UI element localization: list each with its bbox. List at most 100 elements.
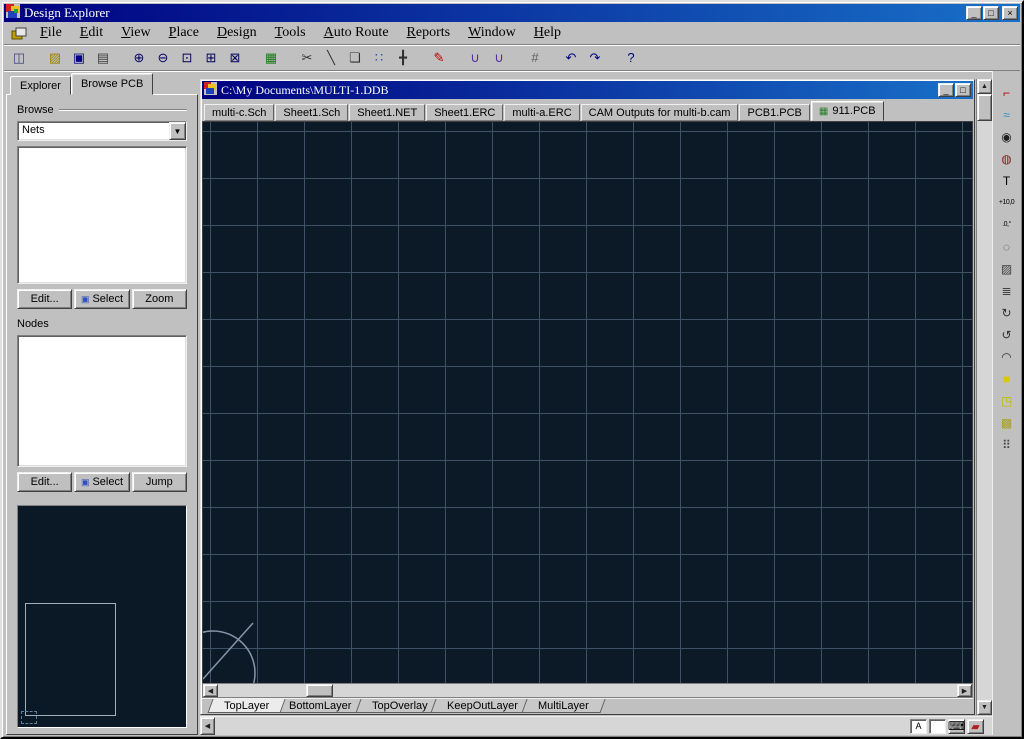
menu-item[interactable]: Auto Route [315, 24, 398, 42]
place-array-icon[interactable]: ≣ [996, 281, 1018, 300]
menu-item[interactable]: Edit [71, 24, 112, 42]
zoom-document-icon[interactable]: ⊞ [200, 48, 222, 68]
scroll-right-icon[interactable]: ▶ [957, 684, 972, 697]
layer-tab[interactable]: TopLayer [207, 699, 285, 713]
close-button[interactable]: × [1002, 6, 1018, 20]
place-polygon-icon[interactable]: ◳ [996, 391, 1018, 410]
open-document-icon[interactable]: ▨ [44, 48, 66, 68]
edit-net-button[interactable]: Edit... [17, 289, 72, 309]
board-minimap[interactable] [17, 505, 187, 728]
zoom-area-icon[interactable]: ⊡ [176, 48, 198, 68]
menu-item[interactable]: Design [208, 24, 266, 42]
menu-item[interactable]: Reports [398, 24, 460, 42]
highlight-pen-icon[interactable]: ✎ [428, 48, 450, 68]
dropdown-arrow-icon[interactable]: ▼ [169, 122, 186, 140]
minimize-button[interactable]: _ [966, 6, 982, 20]
scroll-left-icon[interactable]: ◀ [203, 684, 218, 697]
place-fill-icon[interactable]: ■ [996, 369, 1018, 388]
editor-horizontal-scrollbar[interactable]: ◀ ▶ [202, 683, 973, 698]
place-circle-icon[interactable]: ◌ [996, 237, 1018, 256]
unroute-icon[interactable]: ∪ [464, 48, 486, 68]
edit-arc-cw-icon[interactable]: ↻ [996, 303, 1018, 322]
select-net-button[interactable]: ▣Select [74, 289, 129, 309]
place-plane-icon[interactable]: ▩ [996, 413, 1018, 432]
annotate-status[interactable]: A [910, 719, 927, 734]
place-room-icon[interactable]: ⠿ [996, 435, 1018, 454]
deselect-icon[interactable]: ∷ [368, 48, 390, 68]
workspace-scrollbar[interactable]: ◀ A ⌨ ▰ [200, 716, 992, 735]
place-string-icon[interactable]: T [996, 171, 1018, 190]
place-via-icon[interactable]: ◍ [996, 149, 1018, 168]
menu-item[interactable]: Help [525, 24, 570, 42]
jump-node-button[interactable]: Jump [132, 472, 187, 492]
zoom-net-button[interactable]: Zoom [132, 289, 187, 309]
doc-minimize-button[interactable]: _ [938, 83, 954, 97]
document-tab[interactable]: ▦911.PCB [811, 101, 884, 121]
document-tab[interactable]: Sheet1.Sch [275, 104, 348, 121]
pcb-editor-canvas[interactable] [202, 121, 973, 683]
minimap-board-outline [25, 603, 116, 716]
unroute-net-icon[interactable]: ∪ [488, 48, 510, 68]
nodes-listbox[interactable] [17, 335, 187, 467]
document-tab[interactable]: Sheet1.NET [349, 104, 425, 121]
edit-node-button[interactable]: Edit... [17, 472, 72, 492]
grid-icon[interactable]: # [524, 48, 546, 68]
layer-tab[interactable]: MultiLayer [522, 699, 606, 713]
zoom-out-icon[interactable]: ⊖ [152, 48, 174, 68]
place-dimension-icon[interactable]: .0,° [996, 215, 1018, 234]
document-tab[interactable]: CAM Outputs for multi-b.cam [581, 104, 739, 121]
menu-item[interactable]: Place [160, 24, 208, 42]
print-icon[interactable]: ▤ [92, 48, 114, 68]
menu-item[interactable]: View [112, 24, 160, 42]
menu-item[interactable]: Tools [266, 24, 315, 42]
interactive-routing-icon[interactable]: ⌐ [996, 83, 1018, 102]
zoom-selection-icon[interactable]: ⊠ [224, 48, 246, 68]
edit-arc-any-icon[interactable]: ◠ [996, 347, 1018, 366]
menu-item[interactable]: Window [459, 24, 525, 42]
menu-items: File Edit View Place Design Tools Auto R… [31, 24, 570, 42]
vscroll-track[interactable] [977, 94, 992, 700]
editor-vertical-scrollbar[interactable]: ▲ ▼ [976, 79, 992, 715]
place-pad-icon[interactable]: ◉ [996, 127, 1018, 146]
hscroll-track[interactable] [218, 684, 957, 697]
select-node-button[interactable]: ▣Select [74, 472, 129, 492]
blank-status[interactable] [929, 719, 946, 734]
nets-listbox[interactable] [17, 146, 187, 284]
workspace-scroll-left-icon[interactable]: ◀ [200, 717, 215, 735]
document-tab[interactable]: Sheet1.ERC [426, 104, 503, 121]
document-title-bar[interactable]: C:\My Documents\MULTI-1.DDB _ □ [202, 81, 973, 99]
design-manager-icon[interactable]: ◫ [8, 48, 30, 68]
panel-tab[interactable]: Browse PCB [71, 73, 153, 95]
zoom-in-icon[interactable]: ⊕ [128, 48, 150, 68]
document-tab[interactable]: multi-c.Sch [204, 104, 274, 121]
notebook-icon[interactable]: ▰ [967, 719, 984, 734]
redo-icon[interactable]: ↷ [584, 48, 606, 68]
undo-icon[interactable]: ↶ [560, 48, 582, 68]
help-icon[interactable]: ? [620, 48, 642, 68]
vscroll-thumb[interactable] [977, 94, 992, 121]
hscroll-thumb[interactable] [306, 684, 333, 697]
keyboard-icon[interactable]: ⌨ [948, 719, 965, 734]
menu-item[interactable]: File [31, 24, 71, 42]
place-track-icon[interactable]: ≈ [996, 105, 1018, 124]
move-icon[interactable]: ╋ [392, 48, 414, 68]
browse-type-dropdown[interactable]: Nets ▼ [17, 121, 187, 141]
panel-tab[interactable]: Explorer [10, 76, 71, 95]
camera-icon[interactable]: ▦ [260, 48, 282, 68]
title-bar[interactable]: Design Explorer _ □ × [4, 4, 1020, 22]
layer-tab[interactable]: BottomLayer [273, 699, 368, 713]
scroll-down-icon[interactable]: ▼ [977, 700, 992, 715]
knife-icon[interactable]: ✂ [296, 48, 318, 68]
edit-arc-ccw-icon[interactable]: ↺ [996, 325, 1018, 344]
maximize-button[interactable]: □ [983, 6, 999, 20]
line-icon[interactable]: ╲ [320, 48, 342, 68]
layer-tab[interactable]: KeepOutLayer [431, 699, 535, 713]
doc-maximize-button[interactable]: □ [955, 83, 971, 97]
document-tab[interactable]: multi-a.ERC [504, 104, 579, 121]
scroll-up-icon[interactable]: ▲ [977, 79, 992, 94]
save-icon[interactable]: ▣ [68, 48, 90, 68]
place-fill-hatched-icon[interactable]: ▨ [996, 259, 1018, 278]
select-area-icon[interactable]: ❏ [344, 48, 366, 68]
place-coordinate-icon[interactable]: +10,0 [996, 193, 1018, 212]
document-tab[interactable]: PCB1.PCB [739, 104, 809, 121]
